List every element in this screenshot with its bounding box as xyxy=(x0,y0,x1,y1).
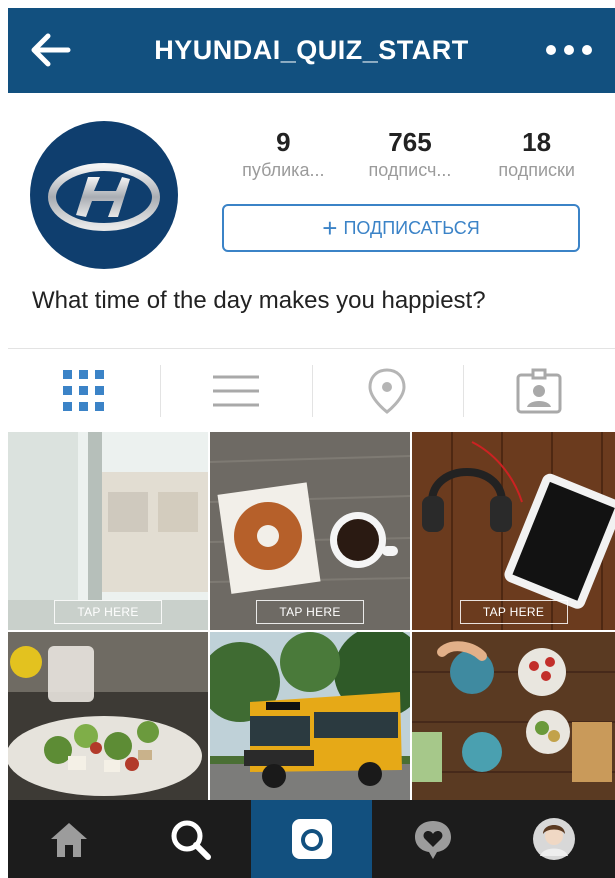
hyundai-logo-icon xyxy=(48,163,160,231)
stat-posts-value: 9 xyxy=(276,127,291,157)
stat-followers-label: подписч... xyxy=(368,160,452,180)
grid-view-icon xyxy=(62,370,104,411)
grid-photo-table-spread[interactable] xyxy=(412,632,615,800)
stat-following[interactable]: 18 подписки xyxy=(474,127,599,181)
stat-posts[interactable]: 9 публика... xyxy=(221,127,346,181)
back-button[interactable] xyxy=(26,30,74,70)
app-header: HYUNDAI_QUIZ_START xyxy=(8,8,615,93)
follow-button-label: ПОДПИСАТЬСЯ xyxy=(343,217,480,238)
profile-avatar[interactable] xyxy=(30,121,178,269)
grid-photo-headphones-tablet[interactable]: TAP HERE xyxy=(412,432,615,630)
stat-following-label: подписки xyxy=(498,160,575,180)
stat-following-value: 18 xyxy=(522,127,552,157)
more-dots-icon xyxy=(546,45,592,55)
home-icon xyxy=(50,823,87,857)
nav-search[interactable] xyxy=(129,800,250,878)
profile-stats: 9 публика... 765 подписч... 18 подписки xyxy=(220,127,600,181)
grid-photo-salad[interactable] xyxy=(8,632,208,800)
profile-section: 9 публика... 765 подписч... 18 подписки … xyxy=(8,93,615,348)
tagged-icon xyxy=(516,368,562,414)
nav-activity[interactable] xyxy=(372,800,493,878)
camera-icon xyxy=(291,819,332,859)
search-icon xyxy=(171,820,212,860)
location-icon xyxy=(368,368,406,414)
tap-here-label: TAP HERE xyxy=(256,600,364,624)
follow-button[interactable]: + ПОДПИСАТЬСЯ xyxy=(222,204,580,252)
plus-icon: + xyxy=(322,213,338,243)
tab-list-view[interactable] xyxy=(159,349,312,433)
back-arrow-icon xyxy=(31,33,71,67)
tab-tagged-view[interactable] xyxy=(463,349,615,433)
stat-posts-label: публика... xyxy=(242,160,325,180)
nav-profile[interactable] xyxy=(494,800,615,878)
profile-username-title: HYUNDAI_QUIZ_START xyxy=(154,35,469,65)
table-spread-photo-image xyxy=(412,632,615,800)
salad-photo-image xyxy=(8,632,208,800)
tab-grid-view[interactable] xyxy=(8,349,160,433)
list-view-icon xyxy=(212,375,259,407)
grid-photo-school-bus[interactable] xyxy=(210,632,410,800)
photo-grid: TAP HERE TAP HERE TAP HERE xyxy=(8,432,615,800)
grid-photo-breakfast[interactable]: TAP HERE xyxy=(210,432,410,630)
bottom-nav-bar xyxy=(8,800,615,878)
more-options-button[interactable] xyxy=(541,34,597,66)
profile-avatar-icon xyxy=(533,818,576,860)
profile-bio: What time of the day makes you happiest? xyxy=(32,287,486,314)
tap-here-label: TAP HERE xyxy=(54,600,162,624)
instagram-profile-screen: HYUNDAI_QUIZ_START 9 публика... 765 подп… xyxy=(8,8,615,878)
school-bus-photo-image xyxy=(210,632,410,800)
grid-photo-window[interactable]: TAP HERE xyxy=(8,432,208,630)
tap-here-label: TAP HERE xyxy=(459,600,568,624)
nav-home[interactable] xyxy=(8,800,129,878)
tab-location-view[interactable] xyxy=(311,349,464,433)
stat-followers-value: 765 xyxy=(388,127,432,157)
stat-followers[interactable]: 765 подписч... xyxy=(347,127,472,181)
nav-camera[interactable] xyxy=(250,800,373,878)
activity-icon xyxy=(414,821,451,859)
profile-view-tabs xyxy=(8,348,615,433)
